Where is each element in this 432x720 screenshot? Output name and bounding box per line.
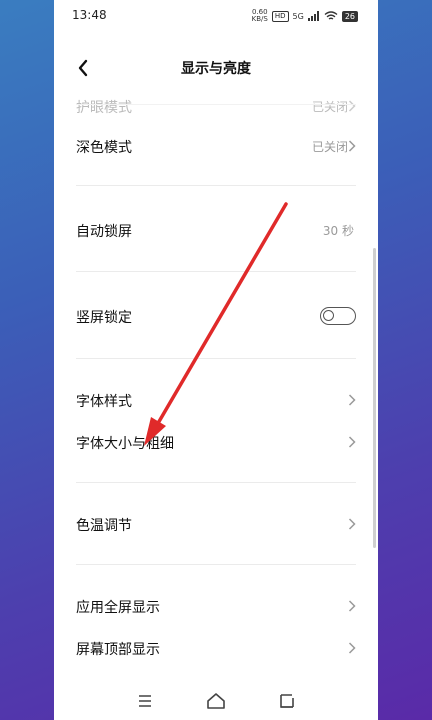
battery-icon: 26: [341, 10, 358, 22]
row-value: 30 秒: [322, 224, 354, 238]
row-font-size-weight[interactable]: 字体大小与粗细: [54, 422, 378, 462]
phone-screen: 13:48 0.60 KB/S HD 5G 26 显示与亮度 护眼模式 已关闭 …: [54, 0, 378, 720]
row-value: 已关闭: [311, 140, 348, 154]
portrait-lock-toggle[interactable]: [320, 307, 356, 325]
row-label: 字体样式: [76, 394, 132, 410]
network-speed: 0.60 KB/S: [252, 9, 268, 23]
row-app-fullscreen[interactable]: 应用全屏显示: [54, 586, 378, 626]
chevron-right-icon: [348, 642, 356, 654]
row-font-style[interactable]: 字体样式: [54, 380, 378, 420]
status-time: 13:48: [72, 8, 107, 22]
row-eye-protection[interactable]: 护眼模式 已关闭: [54, 96, 378, 126]
wifi-icon: [324, 11, 338, 20]
menu-icon[interactable]: [134, 690, 156, 712]
chevron-right-icon: [348, 394, 356, 406]
row-label: 护眼模式: [76, 100, 132, 116]
row-dark-mode[interactable]: 深色模式 已关闭: [54, 126, 378, 166]
row-label: 字体大小与粗细: [76, 436, 174, 452]
settings-list[interactable]: 护眼模式 已关闭 深色模式 已关闭 自动锁屏 30 秒 竖屏锁定 字体样式 字体…: [54, 96, 378, 680]
divider: [76, 185, 356, 186]
chevron-right-icon: [348, 436, 356, 448]
row-color-temperature[interactable]: 色温调节: [54, 504, 378, 544]
status-icons: 0.60 KB/S HD 5G 26: [252, 9, 358, 23]
network-type: 5G: [292, 11, 304, 21]
row-label: 竖屏锁定: [76, 310, 132, 326]
chevron-right-icon: [348, 100, 356, 112]
scrollbar[interactable]: [373, 248, 376, 548]
title-bar: 显示与亮度: [54, 48, 378, 88]
hd-badge: HD: [271, 10, 289, 22]
home-icon[interactable]: [205, 690, 227, 712]
row-label: 屏幕顶部显示: [76, 642, 160, 658]
row-value: 已关闭: [311, 100, 348, 114]
row-label: 色温调节: [76, 518, 132, 534]
divider: [76, 358, 356, 359]
row-portrait-lock[interactable]: 竖屏锁定: [54, 296, 378, 336]
toggle-knob: [323, 310, 334, 321]
back-icon[interactable]: [276, 690, 298, 712]
row-label: 应用全屏显示: [76, 600, 160, 616]
page-title: 显示与亮度: [181, 61, 251, 77]
chevron-right-icon: [348, 600, 356, 612]
row-auto-lock[interactable]: 自动锁屏 30 秒: [54, 210, 378, 250]
signal-icon: [307, 11, 319, 21]
network-speed-unit: KB/S: [251, 15, 268, 23]
divider: [76, 104, 356, 105]
status-bar: 13:48 0.60 KB/S HD 5G 26: [54, 0, 378, 32]
divider: [76, 564, 356, 565]
chevron-right-icon: [348, 518, 356, 530]
row-label: 深色模式: [76, 140, 132, 156]
chevron-right-icon: [348, 140, 356, 152]
divider: [76, 482, 356, 483]
row-label: 自动锁屏: [76, 224, 132, 240]
navigation-bar: [54, 680, 378, 720]
divider: [76, 271, 356, 272]
row-screen-top-display[interactable]: 屏幕顶部显示: [54, 628, 378, 668]
